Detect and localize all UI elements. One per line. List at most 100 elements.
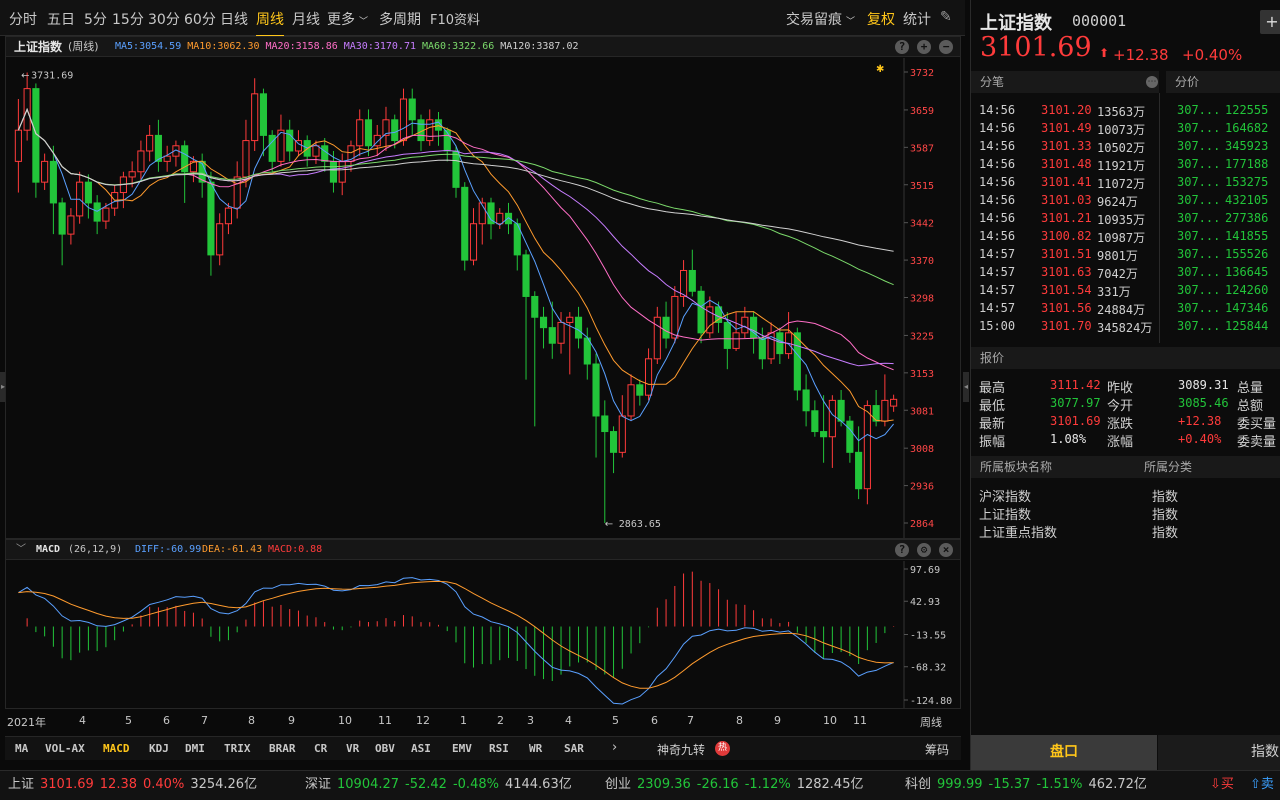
f10-info[interactable]: F10资料 (430, 9, 480, 28)
time-axis-label: 4 (565, 714, 572, 727)
time-axis-label: 12 (416, 714, 430, 727)
status-index-3[interactable]: 科创 999.99 -15.37 -1.51% 462.72亿 (905, 771, 1147, 799)
indicator-tab-trix[interactable]: TRIX (224, 742, 251, 755)
sell-label: 卖 (1260, 777, 1274, 792)
ma-legend-item: MA10:3062.30 (187, 41, 260, 52)
status-price: 999.99 (937, 777, 983, 792)
status-index-1[interactable]: 深证 10904.27 -52.42 -0.48% 4144.63亿 (305, 771, 572, 799)
more-icon[interactable]: ⋯ (1146, 76, 1158, 88)
sector-name[interactable]: 沪深指数 (979, 486, 1031, 505)
chevron-down-icon[interactable]: ﹀ (16, 540, 26, 560)
sector-name[interactable]: 上证指数 (979, 504, 1031, 523)
time-axis-label: 7 (687, 714, 694, 727)
status-index-0[interactable]: 上证 3101.69 12.38 0.40% 3254.26亿 (8, 771, 257, 799)
zoom-in-icon[interactable]: + (917, 40, 931, 54)
macd-value: MACD:0.88 (268, 544, 323, 555)
candle-body (251, 93, 259, 142)
candle-body (793, 332, 801, 391)
status-amount: 462.72亿 (1088, 777, 1147, 792)
time-axis-label: 2 (497, 714, 504, 727)
indicator-tab-dmi[interactable]: DMI (185, 742, 205, 755)
period-more[interactable]: 更多 ﹀ (327, 9, 368, 29)
indicator-tab-vr[interactable]: VR (346, 742, 359, 755)
tab-pankou[interactable]: 盘口 (971, 735, 1157, 770)
fuquan-button[interactable]: 复权 (867, 9, 895, 29)
indicator-tab-macd[interactable]: MACD (103, 742, 130, 755)
tick-time: 14:56 (979, 139, 1016, 153)
indicator-tab-vol-ax[interactable]: VOL-AX (45, 742, 85, 755)
candle-body (609, 431, 618, 453)
status-name: 深证 (305, 777, 332, 792)
period-60min[interactable]: 60分 (184, 9, 216, 29)
download-icon: ⇩ (1210, 777, 1221, 792)
right-collapse-arrow[interactable]: ◂ (963, 372, 969, 402)
quote-price: 3101.69 (980, 32, 1092, 63)
time-axis-label: 9 (774, 714, 781, 727)
fenjia-price: 307... (1177, 193, 1221, 207)
candle-body (461, 186, 469, 261)
indicator-tab-ma[interactable]: MA (15, 742, 28, 755)
period-30min[interactable]: 30分 (148, 9, 180, 29)
tick-volume: 10987万 (1097, 231, 1146, 245)
stats-button[interactable]: 统计 (903, 9, 931, 29)
y-tick-label: 3370 (910, 256, 934, 267)
status-price: 3101.69 (40, 777, 94, 792)
macd-chart[interactable]: 97.69 42.93 -13.55 -68.32 -124.80 (6, 561, 960, 708)
candle-body (574, 316, 583, 339)
gear-icon[interactable]: ⚙ (917, 543, 931, 557)
indicator-tab-brar[interactable]: BRAR (269, 742, 296, 755)
period-5day[interactable]: 五日 (47, 9, 75, 29)
indicator-tab-emv[interactable]: EMV (452, 742, 472, 755)
quote-pct: +0.40% (1182, 46, 1243, 64)
help-icon[interactable]: ? (895, 543, 909, 557)
indicator-tab-sar[interactable]: SAR (564, 742, 584, 755)
shenqi-jiuzhuan[interactable]: 神奇九转 (657, 741, 705, 758)
indicator-tab-asi[interactable]: ASI (411, 742, 431, 755)
ma-legend-item: MA120:3387.02 (500, 41, 579, 52)
candle-body (41, 160, 49, 183)
status-name: 创业 (605, 777, 632, 792)
sector-name[interactable]: 上证重点指数 (979, 522, 1057, 541)
sell-button[interactable]: ⇧卖 (1250, 771, 1274, 799)
period-15min[interactable]: 15分 (112, 9, 144, 29)
indicator-tab-cr[interactable]: CR (314, 742, 327, 755)
candle-body (688, 269, 696, 292)
chevron-right-icon[interactable]: › (612, 740, 617, 755)
indicator-tab-obv[interactable]: OBV (375, 742, 395, 755)
period-weekly[interactable]: 周线 (256, 9, 284, 37)
quote-change: +12.38 (1113, 46, 1169, 64)
candle-body (452, 150, 460, 188)
candle-body (426, 119, 434, 142)
period-daily[interactable]: 日线 (220, 9, 248, 29)
period-5min[interactable]: 5分 (84, 9, 107, 29)
period-fenshi[interactable]: 分时 (9, 9, 37, 29)
tab-index[interactable]: 指数 (1158, 735, 1280, 770)
period-monthly[interactable]: 月线 (292, 9, 320, 29)
pencil-icon[interactable]: ✎ (940, 9, 952, 25)
ma-legend-item: MA60:3322.66 (421, 41, 495, 52)
baojia-value: 3089.31 (1178, 378, 1229, 392)
fenjia-price: 307... (1177, 139, 1221, 153)
fenjia-volume: 177188 (1225, 157, 1269, 171)
tick-price: 3101.54 (1041, 283, 1092, 297)
chips-button[interactable]: 筹码 (925, 741, 949, 758)
help-icon[interactable]: ? (895, 40, 909, 54)
y-tick-label: 3659 (910, 106, 934, 117)
candle-body (863, 405, 871, 490)
status-index-2[interactable]: 创业 2309.36 -26.16 -1.12% 1282.45亿 (605, 771, 863, 799)
period-multi[interactable]: 多周期 (379, 9, 421, 29)
indicator-tab-kdj[interactable]: KDJ (149, 742, 169, 755)
candle-body (399, 98, 408, 142)
buy-button[interactable]: ⇩买 (1210, 771, 1234, 799)
indicator-tab-wr[interactable]: WR (529, 742, 542, 755)
minimize-icon[interactable]: − (939, 40, 953, 54)
add-watchlist-icon[interactable]: + (1260, 10, 1280, 34)
y-tick-label: 3587 (910, 143, 934, 154)
indicator-tab-rsi[interactable]: RSI (489, 742, 509, 755)
candle-body (154, 134, 162, 162)
kline-chart[interactable]: 3732 3659 3587 3515 3442 3370 3298 3225 3153 3081… (6, 58, 960, 538)
close-icon[interactable]: × (939, 543, 953, 557)
y-tick-label: 42.93 (910, 597, 940, 608)
fenjia-price: 307... (1177, 319, 1221, 333)
trade-trace[interactable]: 交易留痕 ﹀ (786, 9, 855, 29)
